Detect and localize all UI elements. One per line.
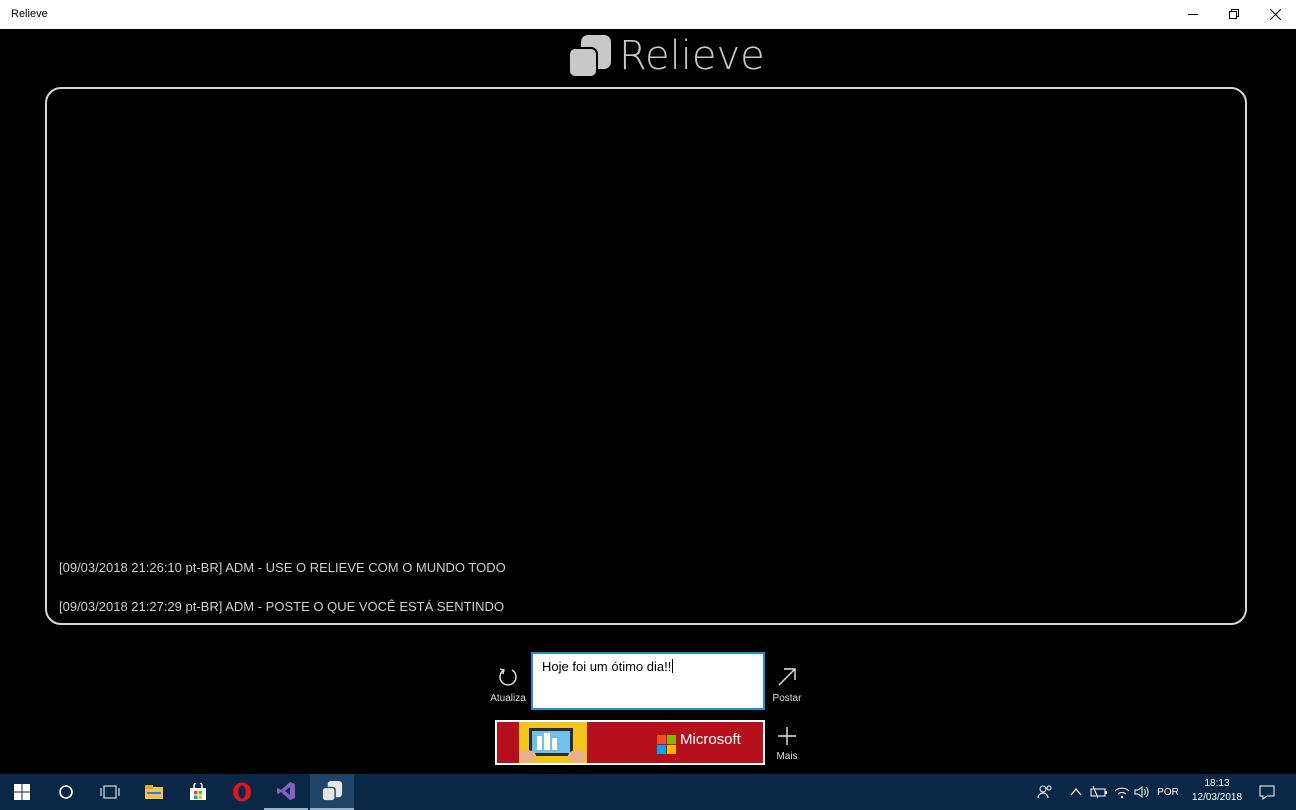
app-logo: Relieve: [567, 33, 765, 79]
action-center-button[interactable]: [1254, 774, 1280, 810]
visual-studio-button[interactable]: [264, 774, 308, 810]
post-label: Postar: [772, 693, 802, 704]
clock-time: 18:13: [1204, 778, 1230, 789]
chevron-up-icon: [1070, 787, 1082, 796]
ad-banner[interactable]: Microsoft: [495, 720, 765, 765]
plus-icon: [778, 727, 796, 745]
visual-studio-icon: [277, 782, 295, 800]
relieve-logo-icon: [568, 35, 611, 78]
folder-icon: [145, 785, 163, 799]
battery-icon: [1090, 785, 1107, 799]
refresh-button[interactable]: Atualiza: [485, 666, 531, 722]
ad-illustration-icon: [518, 728, 586, 762]
wifi-icon: [1114, 787, 1130, 799]
opera-button[interactable]: [220, 774, 264, 810]
ad-image: [518, 722, 587, 763]
cortana-button[interactable]: [44, 774, 88, 810]
notification-icon: [1259, 785, 1275, 800]
input-language[interactable]: POR: [1152, 774, 1184, 810]
wifi-button[interactable]: [1112, 774, 1132, 810]
task-view-icon: [100, 785, 120, 799]
post-input-text: Hoje foi um ótimo dia!!: [542, 659, 672, 674]
refresh-label: Atualiza: [490, 693, 526, 704]
microsoft-logo-icon: [657, 735, 676, 754]
show-hidden-icons-button[interactable]: [1067, 774, 1085, 810]
close-icon: [1269, 9, 1281, 20]
minimize-icon: [1187, 14, 1198, 15]
opera-icon: [233, 782, 251, 802]
restore-icon: [1228, 9, 1239, 19]
close-button[interactable]: [1252, 0, 1296, 29]
store-button[interactable]: [176, 774, 220, 810]
feed-message: [09/03/2018 21:26:10 pt-BR] ADM - USE O …: [59, 560, 506, 575]
task-view-button[interactable]: [88, 774, 132, 810]
taskbar-clock[interactable]: 18:13 12/03/2018: [1186, 777, 1248, 805]
title-bar: Relieve: [0, 0, 1296, 29]
volume-icon: [1134, 786, 1149, 798]
more-label: Mais: [776, 751, 798, 762]
clock-date: 12/03/2018: [1191, 792, 1243, 803]
app-area: Relieve [09/03/2018 21:26:10 pt-BR] ADM …: [0, 29, 1296, 774]
ad-brand-text: Microsoft: [680, 731, 741, 748]
message-feed[interactable]: [09/03/2018 21:26:10 pt-BR] ADM - USE O …: [45, 87, 1247, 625]
volume-button[interactable]: [1132, 774, 1152, 810]
refresh-icon: [499, 668, 517, 686]
window-title: Relieve: [11, 8, 48, 20]
store-bag-icon: [190, 783, 206, 800]
app-logo-text: Relieve: [619, 33, 765, 79]
minimize-button[interactable]: [1170, 0, 1216, 29]
post-button[interactable]: Postar: [764, 666, 810, 722]
people-icon: [1037, 785, 1052, 799]
taskbar: POR 18:13 12/03/2018: [0, 774, 1296, 810]
text-caret: [672, 659, 674, 673]
arrow-up-right-icon: [778, 668, 796, 686]
file-explorer-button[interactable]: [132, 774, 176, 810]
feed-message: [09/03/2018 21:27:29 pt-BR] ADM - POSTE …: [59, 599, 505, 614]
battery-button[interactable]: [1088, 774, 1110, 810]
relieve-app-icon: [321, 780, 343, 802]
windows-icon: [14, 784, 30, 800]
start-button[interactable]: [0, 774, 44, 810]
relieve-taskbar-button[interactable]: [310, 774, 354, 810]
cortana-circle-icon: [59, 785, 73, 799]
post-input[interactable]: Hoje foi um ótimo dia!!: [531, 652, 765, 710]
people-button[interactable]: [1034, 774, 1056, 810]
restore-button[interactable]: [1211, 0, 1257, 29]
